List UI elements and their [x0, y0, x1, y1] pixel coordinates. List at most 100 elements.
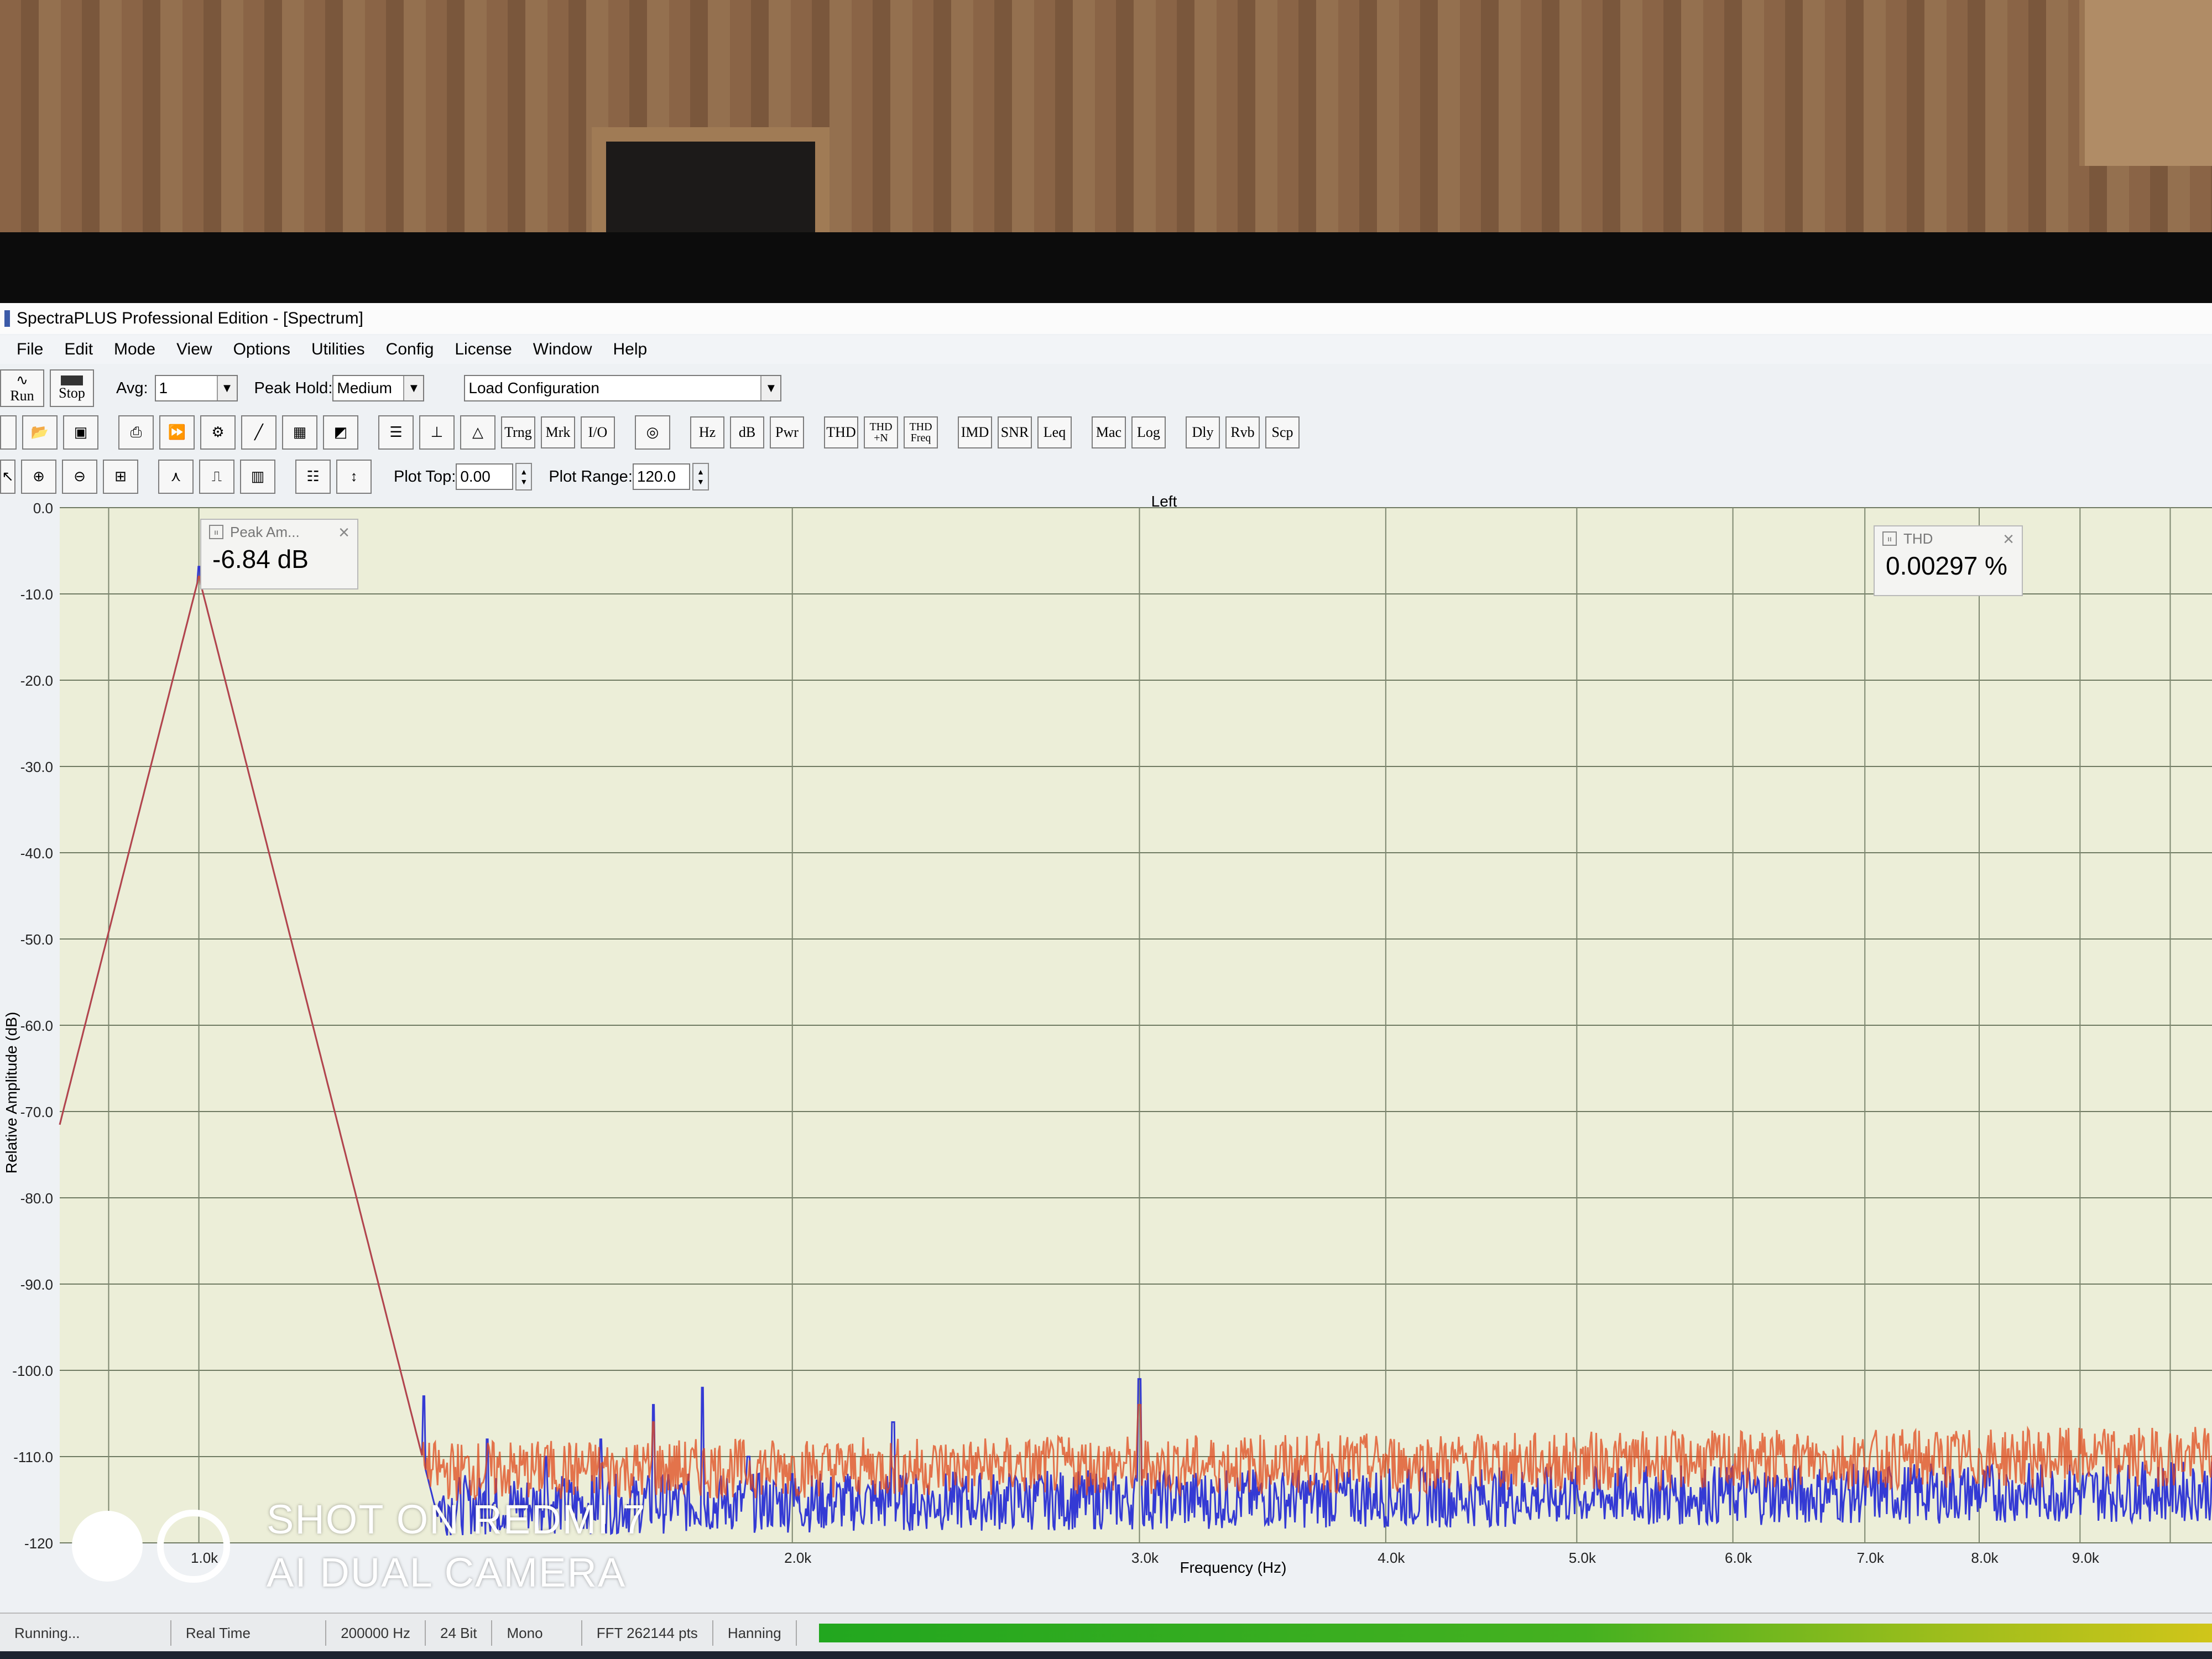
status-sample-rate: 200000 Hz — [326, 1620, 426, 1646]
bar-plot-icon[interactable]: ▥ — [240, 460, 275, 494]
zoom-full-icon[interactable]: ⊞ — [103, 460, 138, 494]
waveform-icon: ∿ — [16, 372, 28, 388]
y-tick-label: -40.0 — [20, 845, 53, 862]
pointer-icon[interactable]: ↖ — [0, 460, 15, 494]
window-title: SpectraPLUS Professional Edition - [Spec… — [17, 309, 363, 327]
menu-config[interactable]: Config — [386, 340, 434, 359]
chevron-down-icon[interactable]: ▼ — [216, 376, 237, 400]
spectrum-chart[interactable]: 0.0 -10.0 -20.0 -30.0 -40.0 -50.0 -60.0 -70.0 -8… — [0, 495, 2212, 1613]
menu-help[interactable]: Help — [613, 340, 647, 359]
plot-axis-icon[interactable]: ⊥ — [419, 415, 455, 450]
input-level-meter — [818, 1624, 2212, 1642]
snr-button[interactable]: SNR — [998, 416, 1032, 448]
zoom-out-icon[interactable]: ⊖ — [62, 460, 97, 494]
plot-top-spinner[interactable]: ▲ ▼ — [515, 463, 533, 491]
generator-icon[interactable]: ◎ — [635, 415, 670, 450]
y-tick-label: -20.0 — [20, 672, 53, 689]
new-file-icon[interactable] — [0, 415, 17, 450]
pwr-button[interactable]: Pwr — [770, 416, 804, 448]
status-bits: 24 Bit — [426, 1620, 493, 1646]
peak-readout-value: -6.84 dB — [212, 545, 309, 573]
menu-license[interactable]: License — [455, 340, 512, 359]
thd-freq-button[interactable]: THD Freq — [904, 416, 938, 448]
rvb-button[interactable]: Rvb — [1225, 416, 1260, 448]
y-tick-label: -30.0 — [20, 759, 53, 775]
pin-icon[interactable]: ıı — [1882, 531, 1897, 546]
list-icon[interactable]: ☰ — [378, 415, 414, 450]
avg-label: Avg: — [116, 379, 148, 397]
scp-button[interactable]: Scp — [1265, 416, 1300, 448]
menu-bar: File Edit Mode View Options Utilities Co… — [0, 335, 2212, 364]
peak-readout-title: Peak Am... — [230, 523, 300, 540]
menu-mode[interactable]: Mode — [114, 340, 155, 359]
3d-surface-icon[interactable]: ◩ — [323, 415, 358, 450]
pin-icon[interactable]: ıı — [209, 525, 223, 539]
record-icon[interactable]: ⚙ — [200, 415, 236, 450]
log-button[interactable]: Log — [1131, 416, 1166, 448]
spectrum-plot[interactable]: 0.0 -10.0 -20.0 -30.0 -40.0 -50.0 -60.0 -70.0 -8… — [0, 495, 2212, 1613]
menu-options[interactable]: Options — [233, 340, 290, 359]
step-plot-icon[interactable]: ⎍ — [199, 460, 234, 494]
io-button[interactable]: I/O — [581, 416, 615, 448]
save-icon[interactable]: ▣ — [63, 415, 98, 450]
menu-utilities[interactable]: Utilities — [311, 340, 365, 359]
db-button[interactable]: dB — [730, 416, 764, 448]
mrk-button[interactable]: Mrk — [541, 416, 575, 448]
status-state: Running... — [0, 1620, 171, 1646]
status-channels: Mono — [492, 1620, 582, 1646]
hz-button[interactable]: Hz — [690, 416, 724, 448]
scale-icon[interactable]: ↕ — [336, 460, 372, 494]
open-folder-icon[interactable]: 📂 — [22, 415, 58, 450]
line-plot-icon[interactable]: ⋏ — [158, 460, 194, 494]
menu-edit[interactable]: Edit — [64, 340, 93, 359]
peak-amplitude-readout[interactable]: ıı Peak Am... × -6.84 dB — [200, 519, 358, 589]
dly-button[interactable]: Dly — [1186, 416, 1220, 448]
status-fft: FFT 262144 pts — [582, 1620, 713, 1646]
x-tick-label: 2.0k — [784, 1550, 812, 1566]
spectrogram-icon[interactable]: ▦ — [282, 415, 317, 450]
x-tick-label: 5.0k — [1569, 1550, 1597, 1566]
imd-button[interactable]: IMD — [958, 416, 992, 448]
y-tick-label: -120 — [24, 1535, 53, 1552]
status-window: Hanning — [713, 1620, 797, 1646]
watermark-line2: AI DUAL CAMERA — [267, 1550, 627, 1595]
plot-top-label: Plot Top: — [394, 467, 456, 486]
fast-forward-icon[interactable]: ⏩ — [159, 415, 195, 450]
y-tick-label: -90.0 — [20, 1276, 53, 1293]
thd-readout[interactable]: ıı THD × 0.00297 % — [1874, 525, 2023, 596]
y-tick-label: -100.0 — [12, 1363, 53, 1379]
menu-window[interactable]: Window — [533, 340, 592, 359]
close-icon[interactable]: × — [2003, 529, 2014, 550]
run-button[interactable]: ∿ Run — [0, 369, 44, 407]
print-icon[interactable]: ⎙ — [118, 415, 154, 450]
thd-readout-value: 0.00297 % — [1886, 551, 2007, 580]
plot-top-input[interactable]: 0.00 — [456, 463, 514, 490]
signal-icon[interactable]: ╱ — [241, 415, 276, 450]
thd-n-button[interactable]: THD +N — [864, 416, 898, 448]
trng-button[interactable]: Trng — [501, 416, 535, 448]
x-tick-label: 3.0k — [1131, 1550, 1159, 1566]
mac-button[interactable]: Mac — [1092, 416, 1126, 448]
peak-hold-select[interactable]: Medium ▼ — [332, 375, 425, 401]
x-tick-label: 7.0k — [1857, 1550, 1885, 1566]
plot-range-input[interactable]: 120.0 — [632, 463, 690, 490]
thd-button[interactable]: THD — [824, 416, 858, 448]
thd-readout-title: THD — [1903, 530, 1933, 547]
plot-range-spinner[interactable]: ▲ ▼ — [692, 463, 709, 491]
triangle-icon[interactable]: △ — [460, 415, 495, 450]
menu-file[interactable]: File — [17, 340, 43, 359]
table-icon[interactable]: ☷ — [295, 460, 331, 494]
avg-select[interactable]: 1 ▼ — [154, 375, 238, 401]
watermark-ring-icon — [157, 1510, 230, 1583]
menu-view[interactable]: View — [176, 340, 212, 359]
stop-button[interactable]: Stop — [50, 369, 94, 407]
configuration-select[interactable]: Load Configuration ▼ — [464, 375, 782, 401]
watermark-dot-icon — [72, 1511, 143, 1582]
chevron-down-icon[interactable]: ▼ — [403, 376, 424, 400]
chevron-down-icon[interactable]: ▼ — [760, 376, 781, 400]
close-icon[interactable]: × — [338, 522, 349, 544]
x-tick-label: 4.0k — [1378, 1550, 1405, 1566]
y-tick-label: 0.0 — [33, 500, 53, 517]
zoom-in-icon[interactable]: ⊕ — [21, 460, 56, 494]
leq-button[interactable]: Leq — [1037, 416, 1072, 448]
